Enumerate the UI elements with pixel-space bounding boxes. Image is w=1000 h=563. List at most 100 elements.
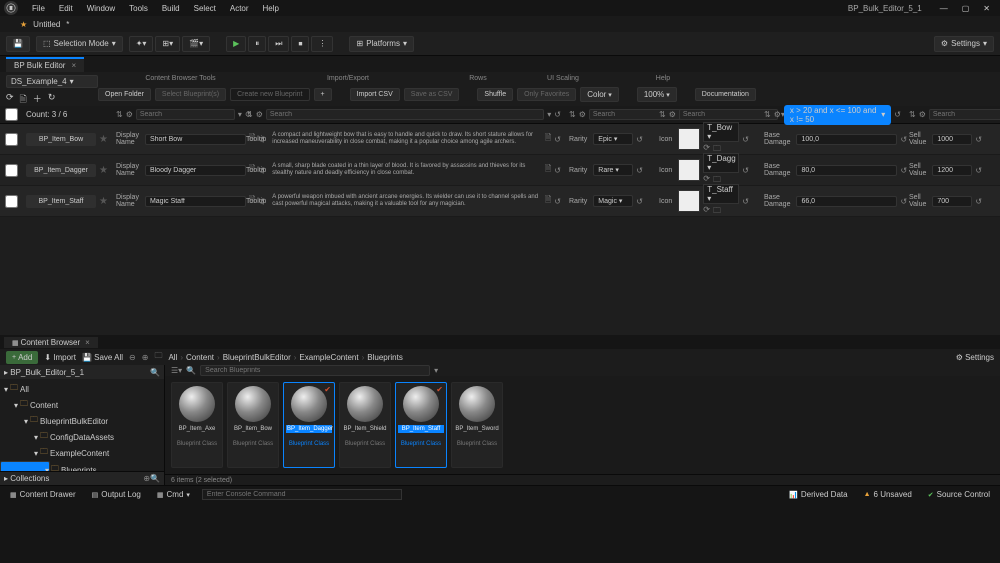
search-displayname[interactable] bbox=[136, 109, 235, 120]
plus-button[interactable]: + bbox=[314, 88, 332, 101]
tree-node[interactable]: ▾🗀ExampleContent bbox=[0, 445, 164, 461]
asset-card[interactable]: ✔BP_Item_StaffBlueprint Class bbox=[395, 382, 447, 468]
cinematics-button[interactable]: 🎬▾ bbox=[182, 36, 210, 52]
rarity-select[interactable]: Rare ▾ bbox=[593, 164, 633, 176]
row-checkbox[interactable] bbox=[5, 164, 18, 177]
documentation-button[interactable]: Documentation bbox=[695, 88, 756, 101]
tree-node[interactable]: ▾🗀All bbox=[0, 381, 164, 397]
tree-node[interactable]: ▾🗀BlueprintBulkEditor bbox=[0, 413, 164, 429]
sync-icon[interactable]: ⟳ bbox=[6, 92, 14, 108]
breadcrumb[interactable]: All›Content›BlueprintBulkEditor›ExampleC… bbox=[168, 353, 402, 362]
icon-select[interactable]: T_Bow ▾ bbox=[703, 122, 739, 142]
select-bp-button[interactable]: Select Blueprint(s) bbox=[155, 88, 226, 101]
damage-input[interactable] bbox=[796, 196, 897, 207]
favorites-button[interactable]: Only Favorites bbox=[517, 88, 576, 101]
bp-name[interactable]: BP_Item_Bow bbox=[26, 133, 96, 146]
shuffle-button[interactable]: Shuffle bbox=[477, 88, 513, 101]
display-name-input[interactable] bbox=[145, 196, 246, 207]
row-checkbox[interactable] bbox=[5, 133, 18, 146]
copy-icon[interactable]: 🗎 bbox=[20, 92, 27, 108]
icon-thumb[interactable] bbox=[678, 128, 700, 150]
tab-content-browser[interactable]: ▦ Content Browser× bbox=[4, 337, 98, 348]
asset-card[interactable]: BP_Item_BowBlueprint Class bbox=[227, 382, 279, 468]
eject-button[interactable]: ⋮ bbox=[311, 36, 333, 52]
maximize-icon[interactable]: ▢ bbox=[956, 2, 976, 15]
menu-build[interactable]: Build bbox=[156, 2, 186, 15]
close-tab-icon[interactable]: × bbox=[71, 61, 76, 70]
collections-header[interactable]: ▸ Collections bbox=[4, 474, 49, 483]
search-icon[interactable]: 🔍 bbox=[186, 366, 196, 375]
open-folder-button[interactable]: Open Folder bbox=[98, 88, 151, 101]
value-input[interactable] bbox=[932, 196, 972, 207]
asset-card[interactable]: ✔BP_Item_DaggerBlueprint Class bbox=[283, 382, 335, 468]
datasource-dropdown[interactable]: DS_Example_4▾ bbox=[6, 75, 98, 88]
scale-dropdown[interactable]: 100% ▾ bbox=[637, 87, 677, 102]
save-csv-button[interactable]: Save as CSV bbox=[404, 88, 460, 101]
history-back-icon[interactable]: ⊖ bbox=[129, 353, 136, 362]
close-icon[interactable]: ✕ bbox=[977, 2, 996, 15]
menu-file[interactable]: File bbox=[26, 2, 51, 15]
close-tab-icon[interactable]: × bbox=[85, 338, 90, 347]
output-log-button[interactable]: ▤ Output Log bbox=[88, 488, 145, 501]
menu-select[interactable]: Select bbox=[188, 2, 222, 15]
asset-card[interactable]: BP_Item_SwordBlueprint Class bbox=[451, 382, 503, 468]
unsaved-button[interactable]: ▲ 6 Unsaved bbox=[860, 488, 916, 501]
tooltip-text[interactable]: A small, sharp blade coated in a thin la… bbox=[272, 163, 542, 177]
tooltip-text[interactable]: A compact and lightweight bow that is ea… bbox=[272, 132, 542, 146]
menu-window[interactable]: Window bbox=[81, 2, 121, 15]
cmd-dropdown[interactable]: ▦ Cmd ▾ bbox=[153, 488, 194, 501]
search-value[interactable] bbox=[929, 109, 1000, 120]
menu-edit[interactable]: Edit bbox=[53, 2, 79, 15]
source-control-button[interactable]: ✔ Source Control bbox=[924, 488, 994, 501]
minimize-icon[interactable]: — bbox=[934, 2, 954, 15]
damage-input[interactable] bbox=[796, 165, 897, 176]
row-checkbox[interactable] bbox=[5, 195, 18, 208]
rarity-select[interactable]: Magic ▾ bbox=[593, 195, 633, 207]
icon-select[interactable]: T_Staff ▾ bbox=[703, 184, 739, 204]
icon-thumb[interactable] bbox=[678, 190, 700, 212]
platforms-dropdown[interactable]: ⊞ Platforms ▾ bbox=[349, 36, 414, 52]
menu-tools[interactable]: Tools bbox=[123, 2, 154, 15]
bp-name[interactable]: BP_Item_Staff bbox=[26, 195, 96, 208]
content-drawer-button[interactable]: ▦ Content Drawer bbox=[6, 488, 80, 501]
display-name-input[interactable] bbox=[145, 165, 246, 176]
search-icon[interactable]: 🔍 bbox=[150, 368, 160, 377]
console-input[interactable] bbox=[202, 489, 402, 500]
cb-settings-button[interactable]: ⚙ Settings bbox=[956, 353, 994, 362]
display-name-input[interactable] bbox=[145, 134, 246, 145]
create-bp-button[interactable]: Create new Blueprint bbox=[230, 88, 309, 101]
search-tooltip[interactable] bbox=[266, 109, 544, 120]
value-input[interactable] bbox=[932, 165, 972, 176]
tooltip-text[interactable]: A powerful weapon imbued with ancient ar… bbox=[272, 194, 542, 208]
tree-node[interactable]: ▾🗀ConfigDataAssets bbox=[0, 429, 164, 445]
mode-dropdown[interactable]: ⬚Selection Mode▾ bbox=[36, 36, 123, 52]
marketplace-button[interactable]: ⊞▾ bbox=[155, 36, 180, 52]
filter-icon[interactable]: ⚙ bbox=[126, 110, 133, 119]
skip-button[interactable]: ⏭ bbox=[268, 36, 289, 52]
menu-help[interactable]: Help bbox=[257, 2, 285, 15]
menu-actor[interactable]: Actor bbox=[224, 2, 255, 15]
asset-search[interactable] bbox=[200, 365, 430, 376]
filter-pill[interactable]: x > 20 and x <= 100 and x != 50▾ bbox=[784, 105, 891, 125]
add-content-button[interactable]: ✦▾ bbox=[129, 36, 154, 52]
sort-icon[interactable]: ⇅ bbox=[246, 110, 253, 119]
favorite-icon[interactable]: ★ bbox=[99, 165, 108, 176]
rarity-select[interactable]: Epic ▾ bbox=[593, 133, 633, 145]
pause-button[interactable]: ⏸ bbox=[248, 36, 266, 52]
stop-button[interactable]: ⏹ bbox=[291, 36, 309, 52]
favorite-icon[interactable]: ★ bbox=[99, 196, 108, 207]
save-button[interactable]: 💾 bbox=[6, 36, 30, 52]
bp-name[interactable]: BP_Item_Dagger bbox=[26, 164, 96, 177]
asset-card[interactable]: BP_Item_ShieldBlueprint Class bbox=[339, 382, 391, 468]
add-icon[interactable]: ＋ bbox=[33, 92, 42, 108]
settings-dropdown[interactable]: ⚙ Settings ▾ bbox=[934, 36, 994, 52]
damage-input[interactable] bbox=[796, 134, 897, 145]
folder-icon[interactable]: 🗀 bbox=[154, 350, 162, 364]
select-all-checkbox[interactable] bbox=[5, 108, 18, 121]
play-button[interactable]: ▶ bbox=[226, 36, 246, 52]
history-fwd-icon[interactable]: ⊕ bbox=[142, 353, 149, 362]
favorite-icon[interactable]: ★ bbox=[99, 134, 108, 145]
save-all-button[interactable]: 💾 Save All bbox=[82, 353, 123, 362]
asset-card[interactable]: BP_Item_AxeBlueprint Class bbox=[171, 382, 223, 468]
tree-node[interactable]: ▾🗀Blueprints bbox=[0, 461, 50, 471]
